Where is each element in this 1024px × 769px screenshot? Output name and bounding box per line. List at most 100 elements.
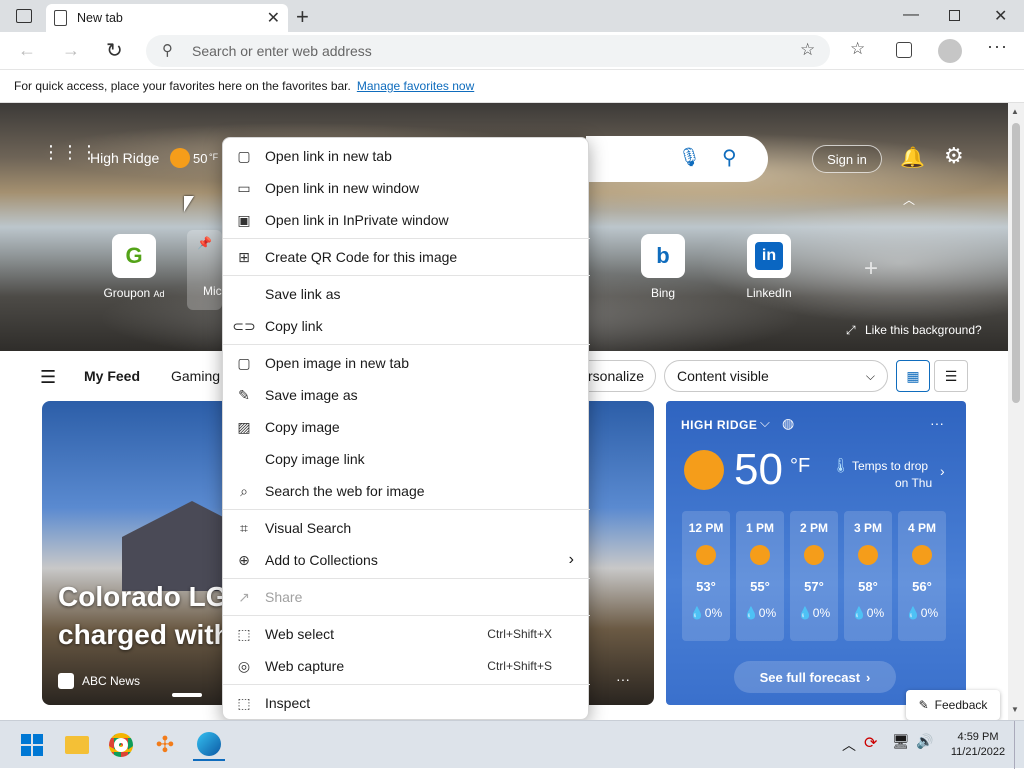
start-button[interactable] (16, 729, 48, 761)
settings-icon[interactable]: ⚙ (944, 143, 964, 169)
chrome-icon[interactable] (105, 729, 137, 761)
menu-item-search-web-for-image[interactable]: ⌕ Search the web for image (223, 476, 590, 506)
chevron-right-icon[interactable]: › (940, 463, 945, 479)
address-bar[interactable]: ⚲ Search or enter web address ☆ (146, 35, 830, 67)
quick-link-groupon[interactable]: G Groupon Ad (89, 234, 179, 300)
carousel-indicator[interactable] (172, 693, 202, 697)
menu-item-web-capture[interactable]: ◎ Web capture Ctrl+Shift+S (223, 651, 590, 681)
chevron-right-icon: › (866, 669, 871, 685)
globe-icon[interactable]: ◍ (782, 415, 794, 432)
edge-icon[interactable] (193, 729, 225, 761)
collections-icon: ⊕ (238, 551, 250, 568)
scroll-down-icon[interactable]: ▼ (1011, 705, 1019, 714)
refresh-icon[interactable]: ↻ (106, 38, 123, 63)
manage-favorites-link[interactable]: Manage favorites now (357, 79, 474, 93)
list-view-icon[interactable]: ☰ (934, 360, 968, 392)
microphone-icon[interactable]: 🎙 (678, 147, 701, 168)
menu-item-save-link-as[interactable]: Save link as (223, 279, 590, 309)
collections-icon[interactable] (896, 42, 912, 58)
content-visibility-select[interactable]: Content visible ⌵ (664, 360, 888, 392)
favorites-icon[interactable]: ☆ (850, 39, 865, 59)
weather-location[interactable]: HIGH RIDGE (681, 418, 757, 432)
forward-icon[interactable]: → (62, 40, 80, 61)
show-hidden-icons-icon[interactable]: ︿ (842, 735, 856, 755)
menu-item-copy-image-link[interactable]: Copy image link (223, 444, 590, 474)
collapse-icon[interactable]: ︿ (903, 191, 915, 208)
search-box[interactable]: 🎙 ⚲ (586, 136, 768, 182)
quick-link-mic[interactable]: 📌 Mic (187, 230, 222, 310)
add-shortcut-icon[interactable]: + (864, 255, 878, 283)
more-options-icon[interactable]: ··· (987, 36, 1008, 57)
menu-item-inspect[interactable]: ⬚ Inspect (223, 688, 590, 718)
more-options-icon[interactable]: ··· (616, 671, 630, 687)
app-icon[interactable]: ✣ (149, 729, 181, 761)
menu-item-save-image-as[interactable]: ✎ Save image as (223, 380, 590, 410)
sign-in-button[interactable]: Sign in (812, 145, 882, 173)
more-options-icon[interactable]: ··· (930, 415, 944, 431)
link-icon: ⊂⊃ (232, 317, 256, 334)
tab-my-feed[interactable]: My Feed (84, 368, 140, 384)
image-icon: ▨ (237, 418, 251, 435)
menu-item-visual-search[interactable]: ⌗ Visual Search (223, 513, 590, 543)
title-bar: New tab ✕ + — ✕ (0, 0, 1024, 32)
tab-new-tab[interactable]: New tab ✕ (46, 4, 288, 32)
web-select-icon: ⬚ (237, 625, 251, 642)
weather-note-line-1: Temps to drop (852, 459, 929, 473)
menu-item-open-link-new-window[interactable]: ▭ Open link in new window (223, 173, 590, 203)
scroll-up-icon[interactable]: ▲ (1011, 107, 1019, 116)
search-submit-icon[interactable]: ⚲ (722, 145, 737, 170)
tab-title: New tab (77, 11, 123, 25)
hourly-forecast: 2 PM 57° 💧0% (790, 511, 838, 641)
tab-actions-icon[interactable] (16, 9, 32, 23)
see-full-forecast-button[interactable]: See full forecast › (734, 661, 896, 693)
quick-link-label: Bing (650, 286, 676, 300)
profile-avatar[interactable] (938, 39, 962, 63)
sun-icon (750, 545, 770, 565)
menu-separator (223, 344, 590, 345)
menu-item-open-link-inprivate[interactable]: ▣ Open link in InPrivate window (223, 205, 590, 235)
chevron-down-icon[interactable]: ⌵ (760, 415, 770, 431)
grid-view-icon[interactable]: ▦ (896, 360, 930, 392)
back-icon[interactable]: ← (18, 40, 36, 61)
feedback-button[interactable]: ✎ Feedback (906, 690, 1000, 720)
quick-link-linkedin[interactable]: in LinkedIn (724, 234, 814, 300)
close-tab-icon[interactable]: ✕ (267, 8, 280, 28)
inspect-icon: ⬚ (237, 694, 251, 711)
like-background-link[interactable]: ⤢ Like this background? (846, 323, 982, 338)
notifications-icon[interactable]: 🔔 (900, 145, 925, 170)
menu-item-web-select[interactable]: ⬚ Web select Ctrl+Shift+X (223, 619, 590, 649)
menu-item-open-image-new-tab[interactable]: ▢ Open image in new tab (223, 348, 590, 378)
menu-item-copy-image[interactable]: ▨ Copy image (223, 412, 590, 442)
address-placeholder: Search or enter web address (192, 43, 372, 59)
scrollbar-thumb[interactable] (1012, 123, 1020, 403)
new-tab-icon[interactable]: + (296, 4, 309, 30)
restore-icon[interactable] (949, 10, 960, 21)
menu-item-copy-link[interactable]: ⊂⊃ Copy link (223, 311, 590, 341)
close-window-icon[interactable]: ✕ (994, 6, 1007, 26)
menu-item-add-to-collections[interactable]: ⊕ Add to Collections › (223, 545, 590, 575)
sun-icon (804, 545, 824, 565)
network-icon[interactable]: 🖥 (892, 733, 910, 750)
expand-icon: ⤢ (846, 323, 856, 337)
menu-item-open-link-new-tab[interactable]: ▢ Open link in new tab (223, 141, 590, 171)
page-scrollbar[interactable]: ▲ ▼ (1008, 103, 1024, 720)
file-explorer-icon[interactable] (61, 729, 93, 761)
menu-separator (223, 275, 590, 276)
weather-card[interactable]: HIGH RIDGE ⌵ ◍ ··· 50 °F 🌡 Temps to drop… (666, 401, 966, 705)
menu-icon[interactable]: ☰ (40, 367, 56, 388)
hero-temp: 50 (193, 151, 208, 166)
sun-icon (684, 450, 724, 490)
location-label[interactable]: High Ridge (90, 150, 159, 166)
bing-icon: b (641, 234, 685, 278)
show-desktop-button[interactable] (1014, 721, 1015, 769)
menu-separator (223, 509, 590, 510)
clock[interactable]: 4:59 PM 11/21/2022 (948, 730, 1008, 760)
add-favorite-icon[interactable]: ☆ (800, 40, 815, 60)
quick-link-bing[interactable]: b Bing (618, 234, 708, 300)
sync-icon[interactable]: ⟳ (864, 733, 877, 753)
menu-separator (223, 684, 590, 685)
tab-gaming[interactable]: Gaming (171, 368, 220, 384)
volume-icon[interactable]: 🔊 (916, 733, 933, 750)
menu-item-create-qr-code[interactable]: ⊞ Create QR Code for this image (223, 242, 590, 272)
minimize-icon[interactable]: — (903, 6, 919, 24)
